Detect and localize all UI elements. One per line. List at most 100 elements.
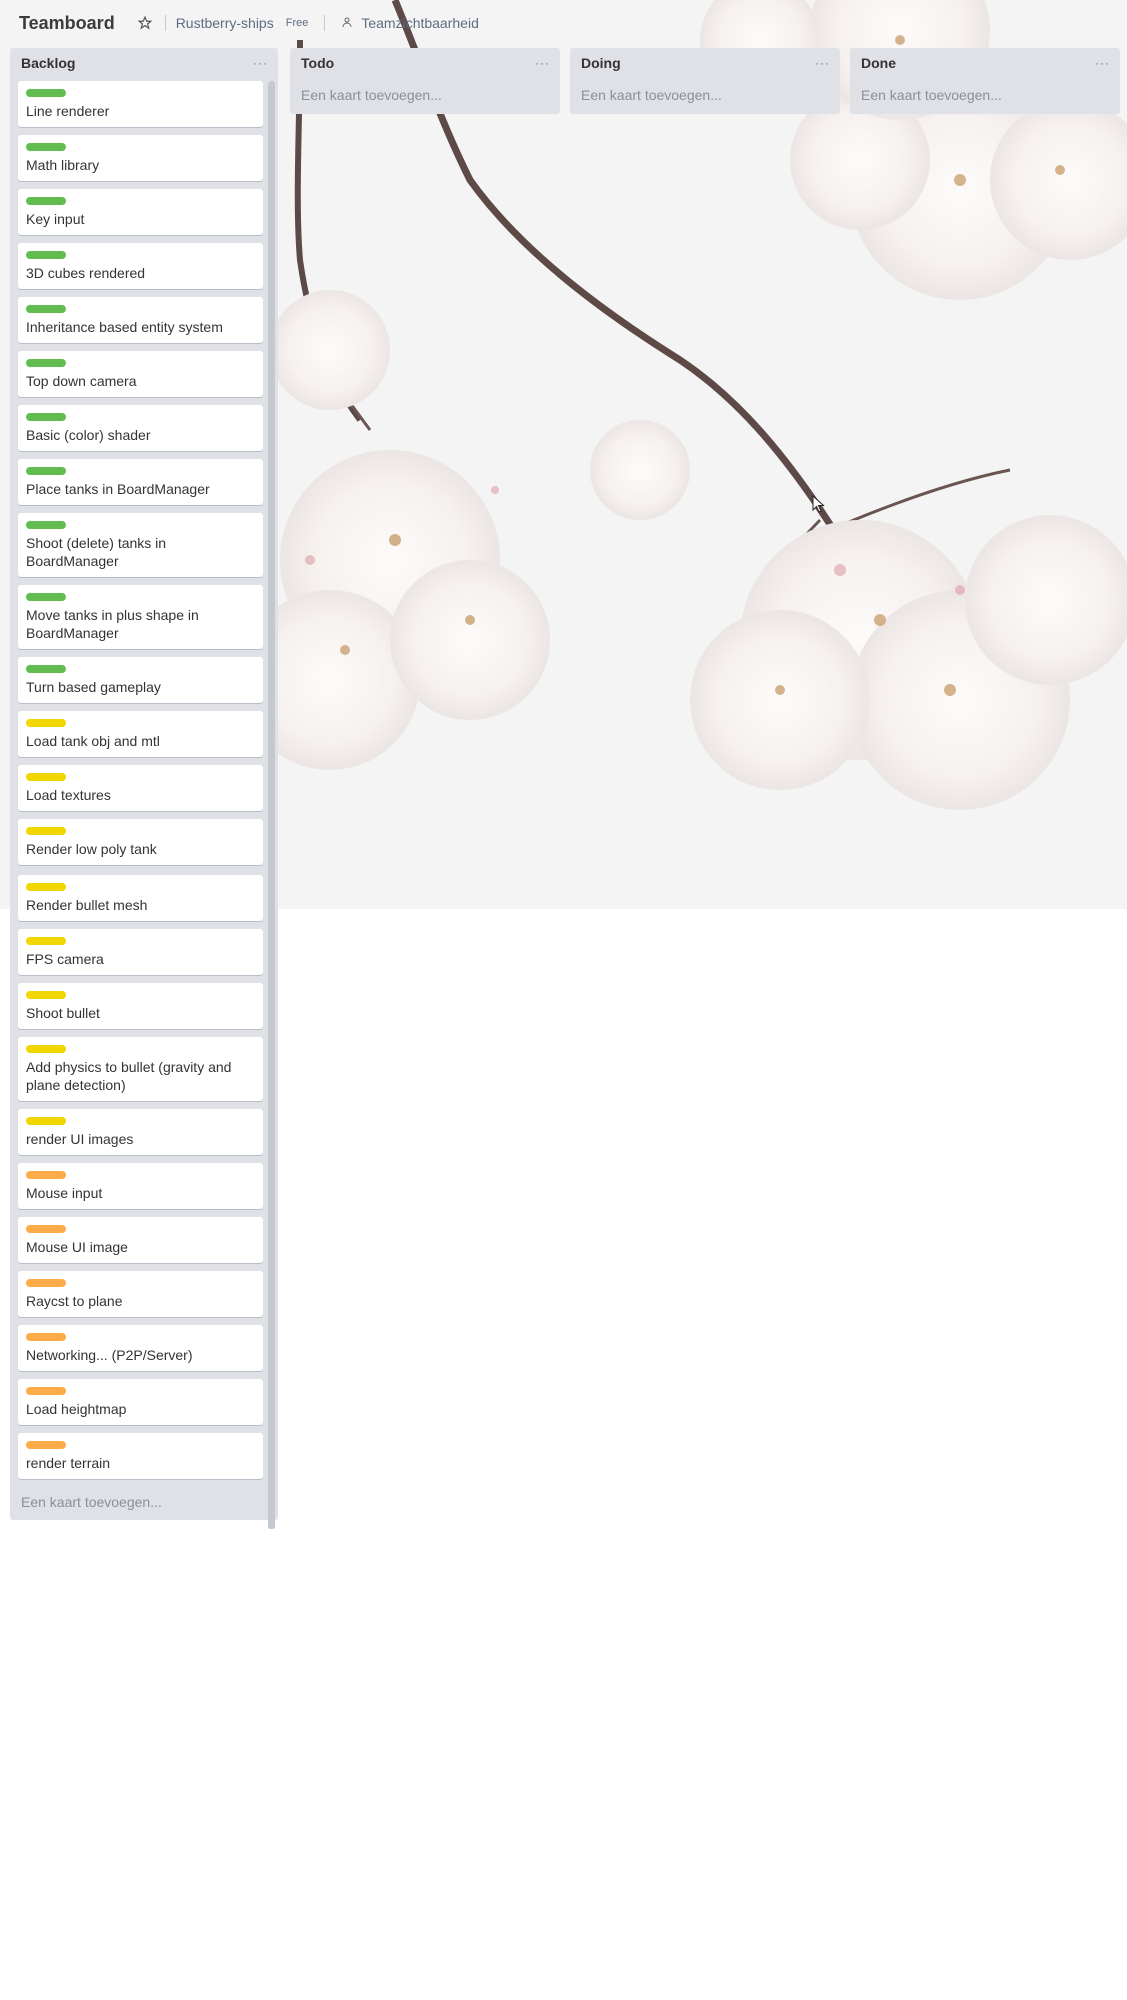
header-divider: [324, 15, 326, 31]
list-header: Backlog ···: [10, 48, 278, 78]
card[interactable]: Math library: [18, 135, 263, 181]
card-label: [26, 413, 66, 421]
card-title: Load textures: [26, 787, 111, 803]
card-title: Mouse input: [26, 1185, 103, 1201]
card-label: [26, 467, 66, 475]
card-title: Load heightmap: [26, 1401, 127, 1417]
card-title: FPS camera: [26, 951, 104, 967]
card-label: [26, 359, 66, 367]
card-title: Basic (color) shader: [26, 427, 151, 443]
card-label: [26, 89, 66, 97]
card-title: Render low poly tank: [26, 841, 157, 857]
card-title: Math library: [26, 157, 100, 173]
list-title[interactable]: Todo: [301, 55, 334, 71]
card-label: [26, 773, 66, 781]
card[interactable]: Move tanks in plus shape in BoardManager: [18, 585, 263, 649]
list-doing: Doing ··· Een kaart toevoegen...: [570, 48, 840, 114]
scrollbar-thumb[interactable]: [268, 81, 275, 1529]
card[interactable]: Mouse input: [18, 1163, 263, 1209]
add-card-button[interactable]: Een kaart toevoegen...: [850, 87, 1120, 103]
card-title: Render bullet mesh: [26, 897, 148, 913]
card-title: Inheritance based entity system: [26, 319, 223, 335]
card-list: Line renderer Math library Key input 3D cub…: [18, 81, 266, 1529]
card-label: [26, 197, 66, 205]
card-title: Load tank obj and mtl: [26, 733, 160, 749]
card-label: [26, 1333, 66, 1341]
header-divider: [164, 15, 166, 31]
card-title: Networking... (P2P/Server): [26, 1347, 193, 1363]
card[interactable]: render UI images: [18, 1109, 263, 1155]
board-title[interactable]: Teamboard: [19, 13, 115, 34]
card-title: Place tanks in BoardManager: [26, 481, 210, 497]
card-label: [26, 1279, 66, 1287]
list-title[interactable]: Backlog: [21, 55, 75, 71]
card-label: [26, 937, 66, 945]
card[interactable]: Place tanks in BoardManager: [18, 459, 263, 505]
visibility-button[interactable]: Teamzichtbaarheid: [335, 15, 479, 31]
card[interactable]: Shoot bullet: [18, 983, 263, 1029]
card[interactable]: Load heightmap: [18, 1379, 263, 1425]
card-title: Add physics to bullet (gravity and plane…: [26, 1059, 232, 1093]
list-done: Done ··· Een kaart toevoegen...: [850, 48, 1120, 114]
list-backlog: Backlog ··· Line renderer Math library Key…: [10, 48, 278, 1529]
card[interactable]: Shoot (delete) tanks in BoardManager: [18, 513, 263, 577]
card[interactable]: Mouse UI image: [18, 1217, 263, 1263]
list-title[interactable]: Doing: [581, 55, 621, 71]
team-name-link[interactable]: Rustberry-ships: [176, 15, 274, 31]
card-title: Mouse UI image: [26, 1239, 128, 1255]
star-icon[interactable]: [135, 13, 155, 33]
card[interactable]: Turn based gameplay: [18, 657, 263, 703]
card-label: [26, 883, 66, 891]
list-menu-button[interactable]: ···: [815, 56, 830, 70]
add-card-button[interactable]: Een kaart toevoegen...: [10, 1494, 173, 1510]
card-title: Line renderer: [26, 103, 110, 119]
add-card-button[interactable]: Een kaart toevoegen...: [570, 87, 840, 103]
list-todo: Todo ··· Een kaart toevoegen...: [290, 48, 560, 114]
list-header: Todo ···: [290, 48, 560, 78]
mouse-cursor-icon: [812, 494, 826, 520]
card-title: 3D cubes rendered: [26, 265, 146, 281]
card[interactable]: Load textures: [18, 765, 263, 811]
card[interactable]: Add physics to bullet (gravity and plane…: [18, 1037, 263, 1101]
card[interactable]: Networking... (P2P/Server): [18, 1325, 263, 1371]
scrollbar[interactable]: [266, 81, 276, 1529]
card-label: [26, 1387, 66, 1395]
card[interactable]: render terrain: [18, 1433, 263, 1479]
list-title[interactable]: Done: [861, 55, 896, 71]
list-menu-button[interactable]: ···: [253, 56, 268, 70]
card[interactable]: FPS camera: [18, 929, 263, 975]
card-label: [26, 251, 66, 259]
card-label: [26, 1117, 66, 1125]
add-card-button[interactable]: Een kaart toevoegen...: [290, 87, 560, 103]
card-label: [26, 991, 66, 999]
card-label: [26, 665, 66, 673]
card[interactable]: Top down camera: [18, 351, 263, 397]
list-menu-button[interactable]: ···: [535, 56, 550, 70]
visibility-label: Teamzichtbaarheid: [361, 15, 479, 31]
card-label: [26, 827, 66, 835]
card[interactable]: Render low poly tank: [18, 819, 263, 865]
card-label: [26, 1225, 66, 1233]
card[interactable]: Raycst to plane: [18, 1271, 263, 1317]
card[interactable]: Inheritance based entity system: [18, 297, 263, 343]
card-label: [26, 521, 66, 529]
board-header: Teamboard Rustberry-ships Free Teamzicht…: [0, 0, 1127, 46]
list-menu-button[interactable]: ···: [1095, 56, 1110, 70]
card[interactable]: Key input: [18, 189, 263, 235]
card-title: render terrain: [26, 1455, 111, 1471]
card-title: Raycst to plane: [26, 1293, 123, 1309]
card[interactable]: Load tank obj and mtl: [18, 711, 263, 757]
card-title: Move tanks in plus shape in BoardManager: [26, 607, 199, 641]
team-icon: [341, 16, 353, 31]
list-header: Doing ···: [570, 48, 840, 78]
card-title: Turn based gameplay: [26, 679, 161, 695]
card[interactable]: Basic (color) shader: [18, 405, 263, 451]
card[interactable]: 3D cubes rendered: [18, 243, 263, 289]
list-header: Done ···: [850, 48, 1120, 78]
card-title: Shoot (delete) tanks in BoardManager: [26, 535, 167, 569]
card[interactable]: Render bullet mesh: [18, 875, 263, 921]
card-title: Shoot bullet: [26, 1005, 100, 1021]
card-label: [26, 1441, 66, 1449]
card-title: Top down camera: [26, 373, 137, 389]
card[interactable]: Line renderer: [18, 81, 263, 127]
